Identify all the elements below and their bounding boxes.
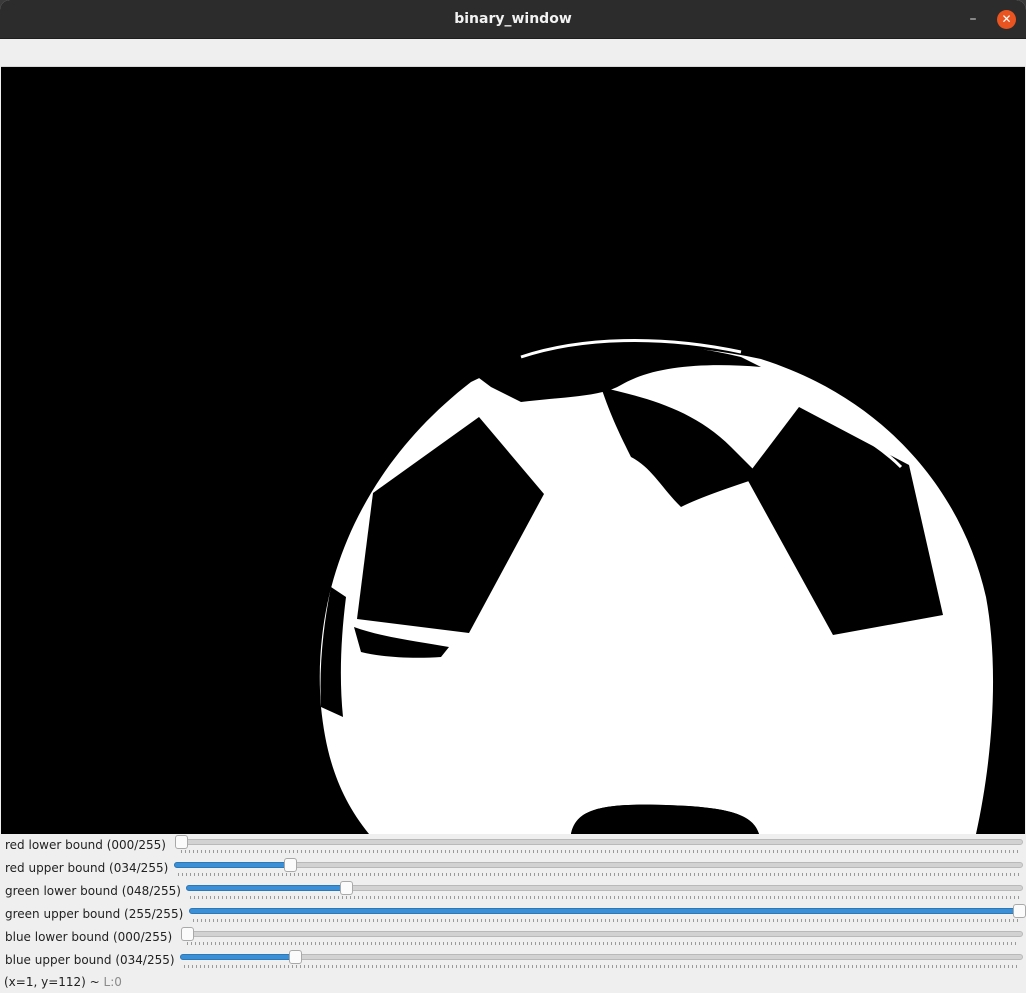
slider-groove xyxy=(180,954,1023,960)
slider-groove xyxy=(174,862,1023,868)
minimize-button[interactable]: – xyxy=(963,10,983,30)
trackbar-red-upper: red upper bound (034/255) xyxy=(1,857,1025,880)
window-title: binary_window xyxy=(454,11,572,27)
status-bar: (x=1, y=112) ~ L:0 xyxy=(1,972,1025,993)
slider-handle[interactable] xyxy=(289,950,302,964)
slider-ticks xyxy=(187,942,1019,945)
binary-window: binary_window – ✕ red lower bound (000/2… xyxy=(0,0,1026,993)
title-bar[interactable]: binary_window – ✕ xyxy=(0,0,1026,39)
binary-image-canvas[interactable] xyxy=(1,67,1025,834)
slider-ticks xyxy=(193,919,1019,922)
status-coords-text: (x=1, y=112) ~ xyxy=(4,975,100,989)
trackbar-panel: red lower bound (000/255) red upper boun… xyxy=(1,834,1026,972)
binary-mask-image xyxy=(1,67,1025,834)
status-level-text: L:0 xyxy=(103,975,122,989)
slider-ticks xyxy=(181,850,1019,853)
trackbar-green-upper: green upper bound (255/255) xyxy=(1,903,1026,926)
trackbar-blue-upper: blue upper bound (034/255) xyxy=(1,949,1025,972)
slider-ticks xyxy=(178,873,1019,876)
slider-handle[interactable] xyxy=(1013,904,1026,918)
slider-groove xyxy=(183,931,1023,937)
slider-ticks xyxy=(184,965,1019,968)
slider-fill xyxy=(186,885,348,891)
trackbar-blue-lower: blue lower bound (000/255) xyxy=(1,926,1025,949)
slider-handle[interactable] xyxy=(175,835,188,849)
slider-fill xyxy=(180,954,297,960)
slider-green-lower[interactable] xyxy=(186,881,1023,899)
trackbar-label: red lower bound (000/255) xyxy=(5,838,166,852)
slider-green-upper[interactable] xyxy=(189,904,1026,922)
slider-handle[interactable] xyxy=(340,881,353,895)
slider-groove xyxy=(177,839,1023,845)
toolbar xyxy=(1,39,1025,67)
slider-red-lower[interactable] xyxy=(175,835,1023,853)
trackbar-label: green upper bound (255/255) xyxy=(5,907,184,921)
slider-fill xyxy=(189,908,1021,914)
trackbar-label: blue lower bound (000/255) xyxy=(5,930,173,944)
slider-fill xyxy=(174,862,292,868)
trackbar-red-lower: red lower bound (000/255) xyxy=(1,834,1025,857)
trackbar-label: green lower bound (048/255) xyxy=(5,884,181,898)
status-coordinates: (x=1, y=112) ~ L:0 xyxy=(4,975,122,989)
trackbar-label: red upper bound (034/255) xyxy=(5,861,169,875)
slider-ticks xyxy=(190,896,1019,899)
slider-handle[interactable] xyxy=(284,858,297,872)
slider-blue-lower[interactable] xyxy=(181,927,1023,945)
trackbar-green-lower: green lower bound (048/255) xyxy=(1,880,1025,903)
trackbar-label: blue upper bound (034/255) xyxy=(5,953,175,967)
slider-red-upper[interactable] xyxy=(174,858,1023,876)
slider-handle[interactable] xyxy=(181,927,194,941)
slider-blue-upper[interactable] xyxy=(180,950,1023,968)
close-button[interactable]: ✕ xyxy=(997,10,1016,29)
